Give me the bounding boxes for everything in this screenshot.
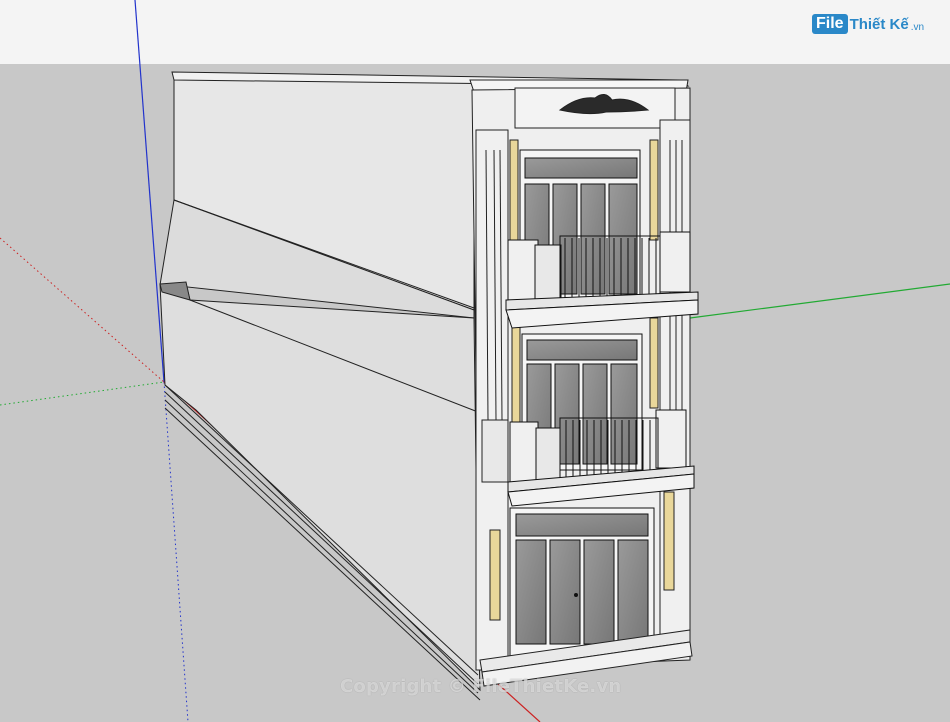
entrance-door[interactable] [509, 507, 655, 659]
logo-file-text: File [812, 14, 848, 34]
blue-axis-line [134, 0, 165, 383]
blue-axis-dotted [163, 381, 189, 722]
building-side-wall[interactable] [159, 75, 481, 701]
green-axis-line [689, 283, 950, 319]
logo-brand-text: Thiết Kế [849, 15, 909, 33]
copyright-watermark: Copyright © FileThietKe.vn [340, 676, 622, 697]
green-axis-dotted [0, 381, 165, 406]
filethietke-logo: File Thiết Kế .vn [812, 14, 924, 34]
left-gold-panel [489, 529, 501, 621]
logo-domain-text: .vn [910, 21, 925, 33]
right-gold-panel [663, 491, 675, 591]
red-axis-dotted [0, 237, 165, 383]
3d-viewport[interactable] [0, 0, 950, 722]
